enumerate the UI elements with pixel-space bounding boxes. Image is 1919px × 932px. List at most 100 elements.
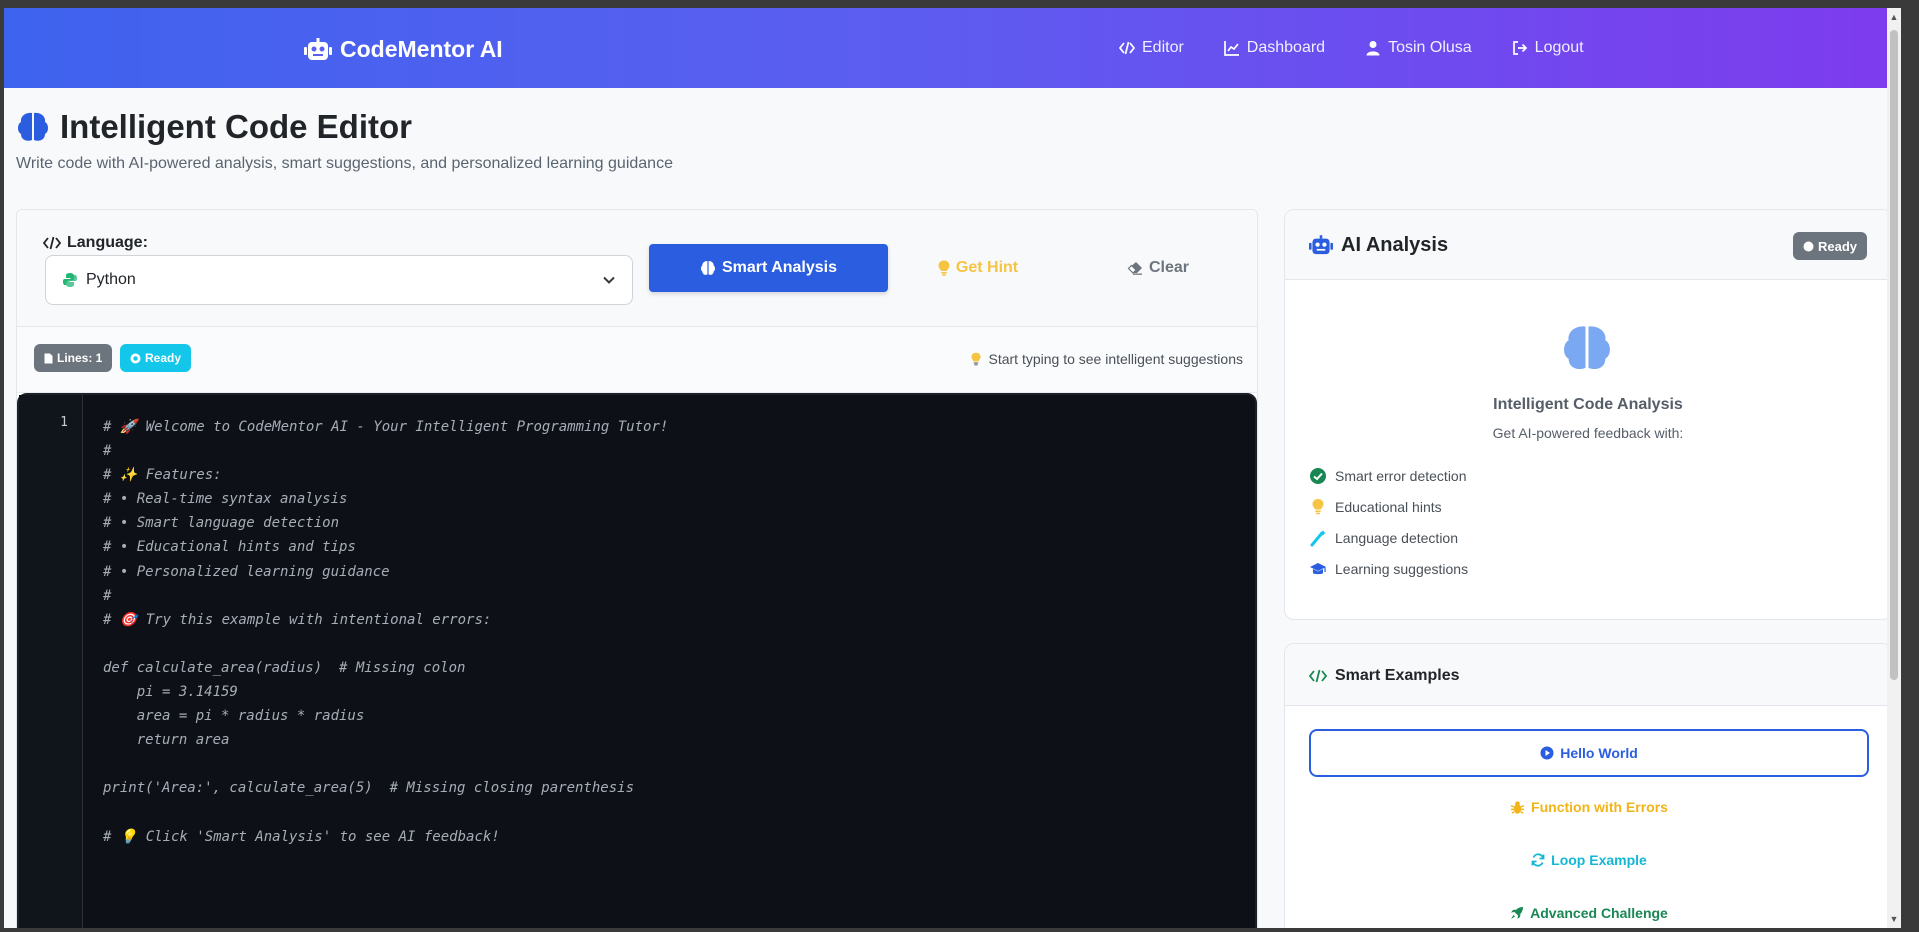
clear-button[interactable]: Clear bbox=[1068, 244, 1248, 292]
smart-examples-title-text: Smart Examples bbox=[1335, 667, 1460, 684]
brand[interactable]: CodeMentor AI bbox=[304, 36, 503, 63]
chart-line-icon bbox=[1223, 41, 1239, 56]
example-label: Hello World bbox=[1560, 745, 1638, 761]
typing-hint-text: Start typing to see intelligent suggesti… bbox=[988, 351, 1244, 367]
ai-status-text: Ready bbox=[1817, 238, 1857, 254]
nav-editor[interactable]: Editor bbox=[1119, 39, 1184, 57]
play-circle-icon bbox=[1540, 746, 1554, 760]
ready-badge: Ready bbox=[120, 344, 192, 372]
scrollbar-thumb[interactable] bbox=[1890, 30, 1898, 680]
feature-label: Smart error detection bbox=[1335, 467, 1467, 484]
sync-icon bbox=[1531, 853, 1545, 867]
get-hint-button[interactable]: Get Hint bbox=[888, 244, 1068, 292]
nav-user-label: Tosin Olusa bbox=[1388, 39, 1472, 56]
lines-badge-text: Lines: 1 bbox=[57, 351, 103, 365]
example-label: Function with Errors bbox=[1531, 799, 1668, 815]
ready-badge-text: Ready bbox=[145, 351, 182, 365]
nav-dashboard-label: Dashboard bbox=[1246, 39, 1326, 56]
chevron-down-icon bbox=[603, 276, 615, 284]
smart-examples-card: Smart Examples Hello World Function with… bbox=[1284, 643, 1892, 928]
example-label: Advanced Challenge bbox=[1530, 905, 1668, 921]
editor-statusbar: Lines: 1 Ready Start typing to see intel… bbox=[17, 327, 1257, 393]
page-title: Intelligent Code Editor bbox=[16, 108, 412, 146]
ai-analysis-title-text: AI Analysis bbox=[1341, 234, 1449, 256]
example-label: Loop Example bbox=[1551, 852, 1647, 868]
ai-analysis-title: AI Analysis bbox=[1309, 234, 1448, 257]
ai-status-badge: Ready bbox=[1792, 232, 1867, 260]
language-select[interactable]: Python bbox=[45, 255, 633, 305]
brain-icon bbox=[18, 112, 48, 141]
brain-icon bbox=[1564, 326, 1610, 370]
nav-logout-label: Logout bbox=[1534, 39, 1584, 56]
smart-analysis-label: Smart Analysis bbox=[721, 259, 837, 276]
scroll-down-icon[interactable]: ▼ bbox=[1889, 914, 1899, 924]
feature-item: Smart error detection bbox=[1309, 460, 1468, 491]
feature-label: Learning suggestions bbox=[1335, 560, 1469, 577]
graduation-cap-icon bbox=[1310, 562, 1326, 574]
language-select-value: Python bbox=[86, 271, 136, 288]
nav-user[interactable]: Tosin Olusa bbox=[1365, 39, 1472, 57]
example-advanced-button[interactable]: Advanced Challenge bbox=[1309, 889, 1869, 928]
example-hello-world-button[interactable]: Hello World bbox=[1309, 729, 1869, 777]
robot-icon bbox=[304, 37, 332, 60]
example-function-errors-button[interactable]: Function with Errors bbox=[1309, 783, 1869, 831]
code-editor[interactable]: 1 # 🚀 Welcome to CodeMentor AI - Your In… bbox=[17, 393, 1257, 928]
circle-icon bbox=[1803, 241, 1814, 251]
lines-badge: Lines: 1 bbox=[34, 344, 113, 372]
page-scrollbar[interactable]: ▲ ▼ bbox=[1887, 8, 1901, 928]
language-label-text: Language: bbox=[67, 234, 148, 251]
eraser-icon bbox=[1127, 262, 1142, 275]
editor-card: Language: Python Smart Analysis Get Hint… bbox=[16, 209, 1258, 928]
ai-analysis-heading: Intelligent Code Analysis bbox=[1493, 396, 1683, 413]
magic-wand-icon bbox=[1310, 529, 1326, 546]
scroll-up-icon[interactable]: ▲ bbox=[1889, 12, 1899, 22]
robot-icon bbox=[1309, 235, 1333, 255]
feature-item: Learning suggestions bbox=[1309, 553, 1468, 584]
line-gutter: 1 bbox=[19, 395, 83, 928]
browser-viewport: CodeMentor AI Editor Dashboard Tosin Olu… bbox=[4, 8, 1901, 928]
bug-icon bbox=[1510, 800, 1525, 814]
code-icon bbox=[43, 236, 61, 250]
lightbulb-icon bbox=[1312, 498, 1324, 514]
code-content[interactable]: # 🚀 Welcome to CodeMentor AI - Your Inte… bbox=[103, 415, 668, 849]
get-hint-label: Get Hint bbox=[955, 259, 1019, 276]
code-icon bbox=[1309, 669, 1327, 683]
nav-logout[interactable]: Logout bbox=[1512, 39, 1584, 57]
ai-analysis-subheading: Get AI-powered feedback with: bbox=[1492, 425, 1684, 441]
typing-hint: Start typing to see intelligent suggesti… bbox=[970, 351, 1244, 367]
page-subtitle: Write code with AI-powered analysis, sma… bbox=[16, 155, 673, 172]
language-label: Language: bbox=[43, 234, 148, 252]
file-icon bbox=[44, 353, 53, 363]
example-loop-button[interactable]: Loop Example bbox=[1309, 836, 1869, 884]
nav-dashboard[interactable]: Dashboard bbox=[1223, 39, 1326, 57]
python-icon bbox=[63, 273, 77, 287]
brain-icon bbox=[700, 261, 716, 275]
user-icon bbox=[1366, 41, 1380, 56]
editor-toolbar: Language: Python Smart Analysis Get Hint… bbox=[17, 210, 1257, 327]
check-circle-icon bbox=[1310, 467, 1326, 484]
code-icon bbox=[1119, 41, 1135, 55]
feature-list: Smart error detection Educational hints … bbox=[1309, 460, 1468, 584]
line-number: 1 bbox=[60, 415, 68, 430]
brand-name: CodeMentor AI bbox=[340, 36, 503, 62]
clear-label: Clear bbox=[1148, 259, 1190, 276]
feature-label: Language detection bbox=[1335, 529, 1458, 546]
lightbulb-icon bbox=[938, 260, 950, 276]
lightbulb-icon bbox=[970, 352, 981, 366]
circle-icon bbox=[130, 353, 141, 363]
smart-examples-header: Smart Examples bbox=[1285, 644, 1891, 706]
ai-analysis-header: AI Analysis Ready bbox=[1285, 210, 1891, 280]
navbar: CodeMentor AI Editor Dashboard Tosin Olu… bbox=[4, 8, 1901, 88]
feature-label: Educational hints bbox=[1335, 498, 1442, 515]
rocket-icon bbox=[1511, 907, 1524, 919]
nav-editor-label: Editor bbox=[1142, 39, 1184, 56]
nav-links: Editor Dashboard Tosin Olusa Logout bbox=[1119, 39, 1584, 57]
feature-item: Educational hints bbox=[1309, 491, 1468, 522]
action-buttons: Smart Analysis Get Hint Clear bbox=[649, 244, 1248, 292]
logout-icon bbox=[1512, 41, 1527, 55]
feature-item: Language detection bbox=[1309, 522, 1468, 553]
smart-analysis-button[interactable]: Smart Analysis bbox=[649, 244, 888, 292]
smart-examples-title: Smart Examples bbox=[1309, 667, 1460, 685]
page-title-text: Intelligent Code Editor bbox=[60, 108, 412, 145]
ai-analysis-card: AI Analysis Ready Intelligent Code Analy… bbox=[1284, 209, 1892, 620]
